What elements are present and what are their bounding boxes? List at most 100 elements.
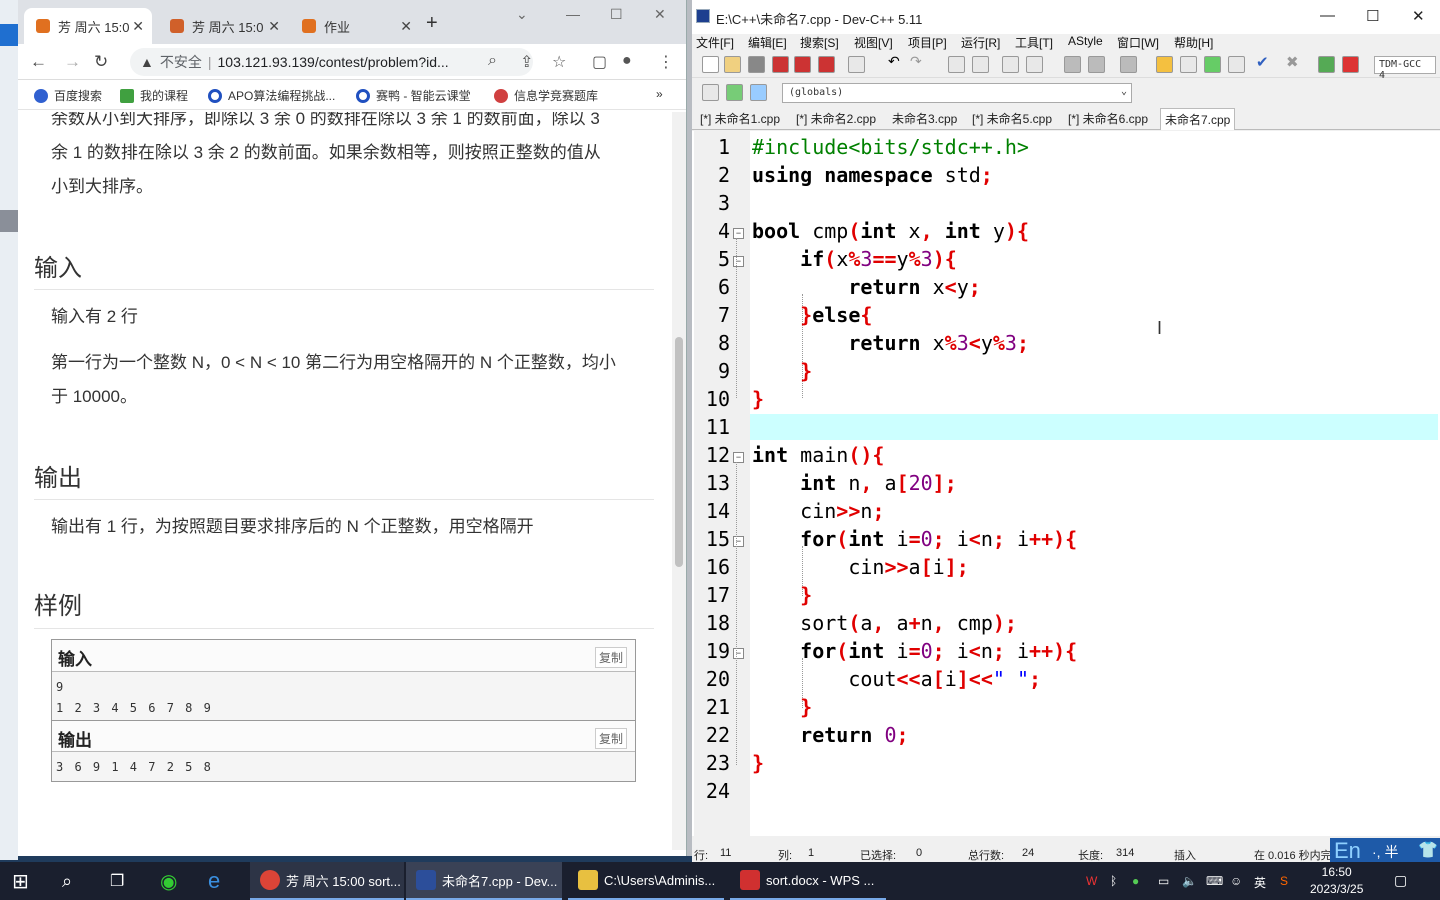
fold-toggle-icon[interactable]: −: [733, 536, 744, 547]
code-editor[interactable]: 1 2 3 4−5−6 7 8 9 10 11 12−13 14 15−16 17 18 19−20 21 22…: [692, 131, 1440, 836]
bookmark-item[interactable]: 百度搜索: [34, 87, 102, 104]
close-all-icon[interactable]: [818, 56, 835, 73]
undo-icon[interactable]: ↶: [888, 53, 905, 70]
minimize-button[interactable]: —: [566, 6, 580, 22]
globals-dropdown[interactable]: (globals) ⌄: [782, 83, 1132, 103]
bookmark-item[interactable]: 信息学竞赛题库: [494, 87, 598, 104]
rebuild-icon[interactable]: [1228, 56, 1245, 73]
ime-tray-icon[interactable]: ⌨: [1206, 874, 1223, 888]
taskbar-wps[interactable]: sort.docx - WPS ...: [730, 862, 886, 900]
goto-icon[interactable]: [702, 84, 719, 101]
maximize-button[interactable]: ☐: [1366, 7, 1379, 25]
scroll-thumb[interactable]: [675, 337, 683, 567]
fold-toggle-icon[interactable]: −: [733, 648, 744, 659]
back-icon[interactable]: ←: [30, 52, 47, 72]
menu-view[interactable]: 视图[V]: [854, 34, 893, 51]
find-icon[interactable]: [948, 56, 965, 73]
browser-tab[interactable]: 芳 周六 15:0 ✕: [158, 8, 288, 44]
reload-icon[interactable]: ↻: [94, 52, 108, 72]
insert-icon[interactable]: [726, 84, 743, 101]
toggle-icon[interactable]: [750, 84, 767, 101]
close-tab-icon[interactable]: ✕: [132, 18, 144, 35]
menu-window[interactable]: 窗口[W]: [1117, 34, 1159, 51]
address-bar[interactable]: ▲ 不安全 | 103.121.93.139/contest/problem?i…: [130, 48, 533, 76]
replace-icon[interactable]: [972, 56, 989, 73]
menu-icon[interactable]: ⋮: [658, 52, 674, 72]
profile-icon[interactable]: ●: [622, 52, 632, 70]
maximize-button[interactable]: ☐: [610, 6, 623, 23]
sidepanel-icon[interactable]: ▢: [592, 52, 607, 72]
next-icon[interactable]: [1088, 56, 1105, 73]
file-tab[interactable]: [*] 未命名2.cpp: [796, 110, 876, 127]
close-window-button[interactable]: ✕: [654, 6, 666, 23]
clock[interactable]: 16:50 2023/3/25: [1310, 864, 1363, 898]
menu-project[interactable]: 项目[P]: [908, 34, 947, 51]
close-tab-icon[interactable]: ✕: [400, 18, 412, 35]
prev-icon[interactable]: [1064, 56, 1081, 73]
file-tab-active[interactable]: 未命名7.cpp: [1160, 108, 1236, 130]
open-icon[interactable]: [724, 56, 741, 73]
ime-indicator[interactable]: En ·, 半 👕: [1330, 838, 1440, 863]
menu-file[interactable]: 文件[F]: [696, 34, 734, 51]
wps-tray-icon[interactable]: W: [1086, 874, 1097, 888]
notification-icon[interactable]: ▢: [1394, 872, 1407, 889]
search-icon[interactable]: ⌕: [62, 862, 72, 900]
taskbar-explorer[interactable]: C:\Users\Adminis...: [568, 862, 724, 900]
ie-icon[interactable]: e: [208, 862, 220, 900]
language-indicator[interactable]: 英: [1254, 874, 1266, 891]
menu-help[interactable]: 帮助[H]: [1174, 34, 1213, 51]
minimize-button[interactable]: —: [1320, 7, 1335, 24]
fold-toggle-icon[interactable]: −: [733, 228, 744, 239]
app-360-icon[interactable]: ◉: [160, 862, 177, 900]
new-file-icon[interactable]: [702, 56, 719, 73]
save-icon[interactable]: [748, 56, 765, 73]
syntax-check-icon[interactable]: ✔: [1256, 53, 1273, 71]
copy-output-button[interactable]: 复制: [594, 728, 627, 749]
taskbar-chrome[interactable]: 芳 周六 15:00 sort...: [250, 862, 404, 900]
task-view-icon[interactable]: ❐: [110, 862, 124, 900]
taskbar-devcpp[interactable]: 未命名7.cpp - Dev...: [406, 862, 562, 900]
zoom-icon[interactable]: ⌕: [488, 52, 497, 70]
browser-tab[interactable]: 作业 ✕: [290, 8, 420, 44]
file-tab[interactable]: [*] 未命名1.cpp: [700, 110, 780, 127]
network-icon[interactable]: ▭: [1158, 874, 1169, 888]
star-icon[interactable]: ☆: [552, 52, 566, 72]
new-tab-button[interactable]: +: [426, 12, 438, 35]
menu-search[interactable]: 搜索[S]: [800, 34, 839, 51]
page-scrollbar[interactable]: [672, 112, 686, 850]
file-tab[interactable]: [*] 未命名6.cpp: [1068, 110, 1148, 127]
copy-input-button[interactable]: 复制: [594, 647, 627, 668]
compiler-select[interactable]: TDM-GCC 4: [1374, 56, 1436, 81]
file-tab[interactable]: [*] 未命名5.cpp: [972, 110, 1052, 127]
browser-tab[interactable]: 芳 周六 15:0 ✕: [24, 8, 152, 44]
debug-icon[interactable]: [1342, 56, 1359, 73]
start-icon[interactable]: ⊞: [12, 862, 29, 900]
bookmark-item[interactable]: 赛鸭 - 智能云课堂: [356, 87, 471, 104]
sogou-icon[interactable]: S: [1280, 874, 1288, 888]
close-file-icon[interactable]: [794, 56, 811, 73]
volume-icon[interactable]: 🔈: [1182, 874, 1197, 888]
menu-tools[interactable]: 工具[T]: [1015, 34, 1053, 51]
share-icon[interactable]: ⇪: [520, 52, 533, 72]
redo-icon[interactable]: ↷: [910, 53, 927, 70]
bookmark-item[interactable]: 我的课程: [120, 87, 188, 104]
tray-icon[interactable]: ☺: [1230, 874, 1242, 888]
run-icon[interactable]: [1180, 56, 1197, 73]
wechat-icon[interactable]: ●: [1132, 874, 1139, 888]
close-tab-icon[interactable]: ✕: [268, 18, 280, 35]
menu-astyle[interactable]: AStyle: [1068, 34, 1103, 48]
bookmark-icon[interactable]: [1120, 56, 1137, 73]
close-window-button[interactable]: ✕: [1412, 7, 1425, 25]
menu-edit[interactable]: 编辑[E]: [748, 34, 787, 51]
compile-icon[interactable]: [1156, 56, 1173, 73]
stop-icon[interactable]: ✖: [1286, 53, 1303, 71]
file-tab[interactable]: 未命名3.cpp: [892, 110, 957, 127]
chart-icon[interactable]: [1318, 56, 1335, 73]
print-icon[interactable]: [848, 56, 865, 73]
bluetooth-icon[interactable]: ᛒ: [1110, 874, 1117, 888]
bookmark-item[interactable]: APO算法编程挑战...: [208, 87, 335, 104]
save-all-icon[interactable]: [772, 56, 789, 73]
forward-icon[interactable]: →: [64, 52, 81, 72]
menu-run[interactable]: 运行[R]: [961, 34, 1000, 51]
fold-toggle-icon[interactable]: −: [733, 452, 744, 463]
